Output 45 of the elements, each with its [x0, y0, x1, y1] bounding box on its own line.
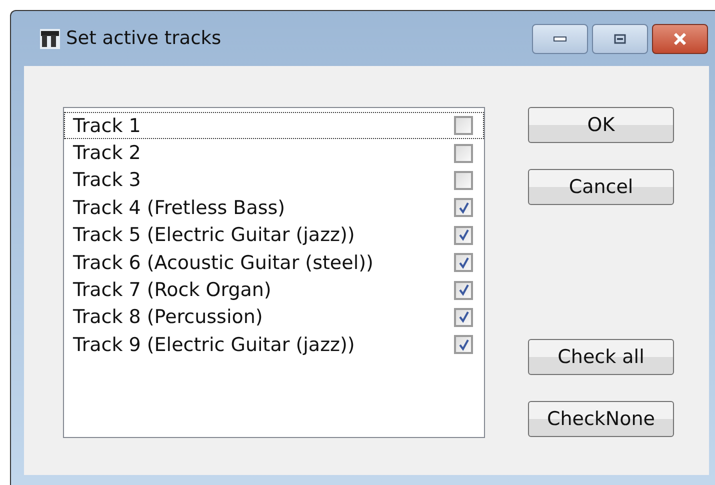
track-row[interactable]: Track 2 — [64, 139, 484, 167]
dialog-button[interactable]: Cancel — [528, 169, 674, 205]
track-checkbox[interactable] — [454, 335, 473, 354]
track-row[interactable]: Track 5 (Electric Guitar (jazz)) — [64, 222, 484, 249]
track-checkbox[interactable] — [454, 253, 473, 272]
checkmark-icon — [458, 338, 470, 351]
dialog-button[interactable]: Check all — [528, 339, 674, 375]
track-checkbox[interactable] — [454, 170, 473, 190]
track-label: Track 4 (Fretless Bass) — [73, 196, 286, 219]
maximize-button[interactable] — [592, 24, 648, 54]
track-row[interactable]: Track 8 (Percussion) — [64, 304, 484, 332]
track-checkbox[interactable] — [454, 308, 473, 327]
track-checkbox[interactable] — [454, 226, 473, 245]
track-label: Track 3 — [73, 169, 141, 192]
track-label: Track 7 (Rock Organ) — [73, 279, 272, 302]
track-checkbox[interactable] — [454, 116, 473, 136]
maximize-icon — [614, 34, 626, 44]
track-checkbox[interactable] — [454, 280, 473, 300]
dialog-button[interactable]: OK — [528, 107, 674, 143]
track-row[interactable]: Track 7 (Rock Organ) — [64, 276, 484, 304]
track-checkbox[interactable] — [454, 198, 473, 218]
track-checkbox[interactable] — [454, 144, 473, 163]
checkmark-icon — [458, 202, 470, 214]
track-label: Track 6 (Acoustic Guitar (steel)) — [73, 252, 374, 274]
track-label: Track 1 — [73, 114, 141, 137]
track-label: Track 9 (Electric Guitar (jazz)) — [73, 334, 355, 356]
minimize-icon — [553, 36, 567, 42]
close-icon — [673, 32, 687, 44]
track-label: Track 2 — [73, 142, 141, 164]
app-icon — [40, 28, 60, 48]
track-label: Track 5 (Electric Guitar (jazz)) — [73, 224, 355, 246]
track-row[interactable]: Track 4 (Fretless Bass) — [64, 194, 484, 222]
checkmark-icon — [458, 284, 470, 296]
track-row[interactable]: Track 9 (Electric Guitar (jazz)) — [64, 331, 484, 359]
minimize-button[interactable] — [532, 24, 588, 54]
window-title: Set active tracks — [66, 28, 222, 49]
checkmark-icon — [458, 256, 470, 269]
track-row[interactable]: Track 3 — [64, 166, 484, 194]
checkmark-icon — [458, 311, 470, 324]
close-button[interactable] — [652, 24, 708, 54]
dialog-button[interactable]: CheckNone — [528, 401, 674, 437]
checkmark-icon — [458, 229, 470, 242]
track-row[interactable]: Track 6 (Acoustic Guitar (steel)) — [64, 248, 484, 276]
track-label: Track 8 (Percussion) — [73, 306, 263, 328]
track-row[interactable]: Track 1 — [64, 112, 484, 140]
